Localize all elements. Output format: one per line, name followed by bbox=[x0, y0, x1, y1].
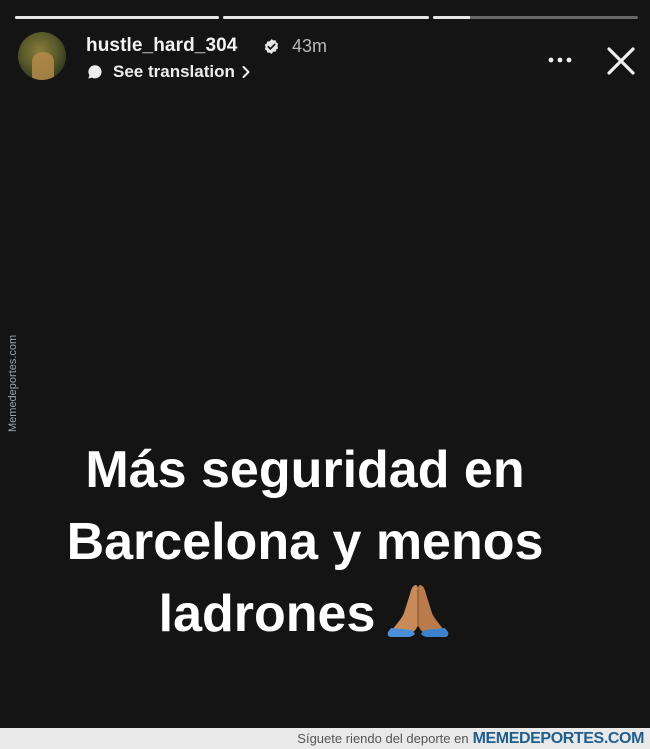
story-view: hustle_hard_304 43m See translation Meme… bbox=[0, 0, 650, 728]
avatar-figure bbox=[32, 52, 54, 80]
progress-fill bbox=[433, 16, 470, 19]
see-translation-button[interactable]: See translation bbox=[87, 61, 251, 83]
see-translation-label: See translation bbox=[113, 62, 235, 81]
story-progress-bar bbox=[15, 16, 638, 19]
progress-fill bbox=[15, 16, 219, 19]
folded-hands-icon bbox=[387, 585, 449, 637]
side-watermark: Memedeportes.com bbox=[7, 335, 19, 432]
close-icon[interactable] bbox=[604, 44, 638, 78]
caption-line: Más seguridad en bbox=[85, 441, 525, 499]
footer-brand: MEMEDEPORTES.COM bbox=[472, 730, 645, 747]
more-options-icon[interactable] bbox=[546, 50, 574, 70]
post-time: 43m bbox=[292, 36, 328, 56]
footer-prefix: Síguete riendo del deporte en bbox=[297, 731, 469, 746]
svg-text:Memedeportes.com: Memedeportes.com bbox=[7, 335, 19, 432]
footer-watermark-bar: Síguete riendo del deporte en MEMEDEPORTE… bbox=[0, 728, 650, 749]
caption-line: ladrones bbox=[158, 585, 376, 643]
verified-badge-icon bbox=[264, 39, 279, 54]
progress-segment bbox=[433, 16, 638, 19]
progress-segment bbox=[223, 16, 429, 19]
footer-watermark: Síguete riendo del deporte en MEMEDEPORTE… bbox=[297, 730, 644, 748]
avatar[interactable] bbox=[18, 32, 66, 80]
story-caption: Más seguridad en Barcelona y menos ladro… bbox=[0, 434, 610, 650]
chevron-right-icon bbox=[242, 66, 250, 78]
username[interactable]: hustle_hard_304 bbox=[86, 35, 237, 57]
caption-line-last: ladrones bbox=[0, 578, 610, 650]
progress-fill bbox=[223, 16, 429, 19]
translate-bubble-icon bbox=[88, 65, 102, 79]
progress-segment bbox=[15, 16, 219, 19]
caption-line: Barcelona y menos bbox=[66, 513, 544, 571]
